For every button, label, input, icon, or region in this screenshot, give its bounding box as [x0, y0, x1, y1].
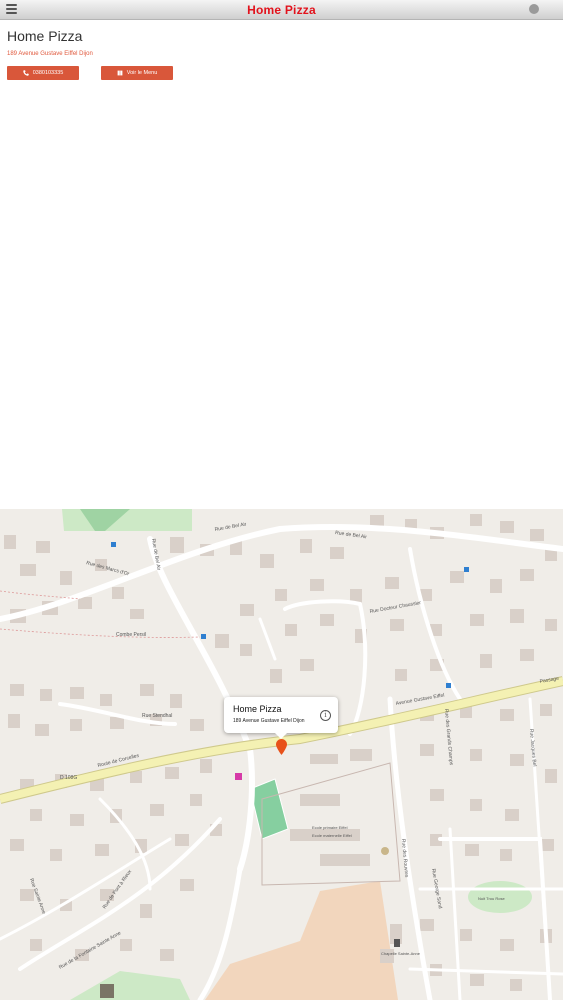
- bus-stop-icon: [464, 567, 469, 572]
- restaurant-address[interactable]: 189 Avenue Gustave Eiffel Dijon: [7, 51, 93, 57]
- street-label: Rue Stendhal: [142, 713, 172, 719]
- phone-icon: [23, 70, 29, 76]
- street-label: Rue des Grands Champs: [443, 709, 454, 766]
- restaurant-name: Home Pizza: [7, 28, 83, 44]
- street-label: D 108G: [60, 775, 77, 781]
- church-icon: [381, 847, 389, 855]
- bus-stop-icon: [446, 683, 451, 688]
- top-bar: Home Pizza: [0, 0, 563, 20]
- church-building-icon: [100, 984, 114, 998]
- map-callout[interactable]: Home Pizza 189 Avenue Gustave Eiffel Dij…: [224, 697, 338, 739]
- park-area: [70, 971, 190, 1000]
- view-menu-label: Voir le Menu: [126, 70, 158, 76]
- bus-stop-icon: [111, 542, 116, 547]
- shop-icon: [235, 773, 242, 780]
- view-menu-button[interactable]: Voir le Menu: [101, 66, 173, 80]
- call-button-label: 0380103335: [32, 70, 64, 76]
- street-label: Rue Jacques Bel: [528, 729, 537, 767]
- app-title: Home Pizza: [247, 3, 316, 17]
- street-label: Rue de la Fontaine Sainte Anne: [58, 930, 122, 971]
- location-pin-icon[interactable]: [276, 739, 287, 755]
- bus-stop-icon: [201, 634, 206, 639]
- callout-title: Home Pizza: [233, 704, 282, 714]
- profile-avatar-icon[interactable]: [529, 4, 539, 14]
- boundary-line: [0, 628, 201, 638]
- poi-label: Ecole primaire Eiffel: [312, 825, 348, 830]
- street-label: Rue de Bel Air: [335, 530, 368, 540]
- street-label: Rue des Rouvres: [400, 839, 409, 879]
- street-label: Rue de Bel Air: [214, 521, 247, 533]
- poi-label: Nuit Trou Rose: [478, 896, 505, 901]
- street-label: Rue Docteur Chaussier: [369, 600, 422, 615]
- info-icon[interactable]: i: [320, 710, 331, 721]
- boundary-line: [0, 590, 81, 600]
- street-label: Combe Persil: [116, 632, 146, 638]
- chapel-icon: [394, 939, 400, 947]
- call-button[interactable]: 0380103335: [7, 66, 79, 80]
- sports-field: [249, 778, 289, 840]
- callout-address: 189 Avenue Gustave Eiffel Dijon: [233, 718, 305, 724]
- poi-label: Chapelle Sainte-Anne: [381, 951, 421, 956]
- poi-label: Ecole maternelle Eiffel: [312, 833, 352, 838]
- street-label: Rue des Marcs d'Or: [85, 560, 130, 577]
- park-area: [62, 509, 192, 531]
- book-icon: [117, 70, 123, 76]
